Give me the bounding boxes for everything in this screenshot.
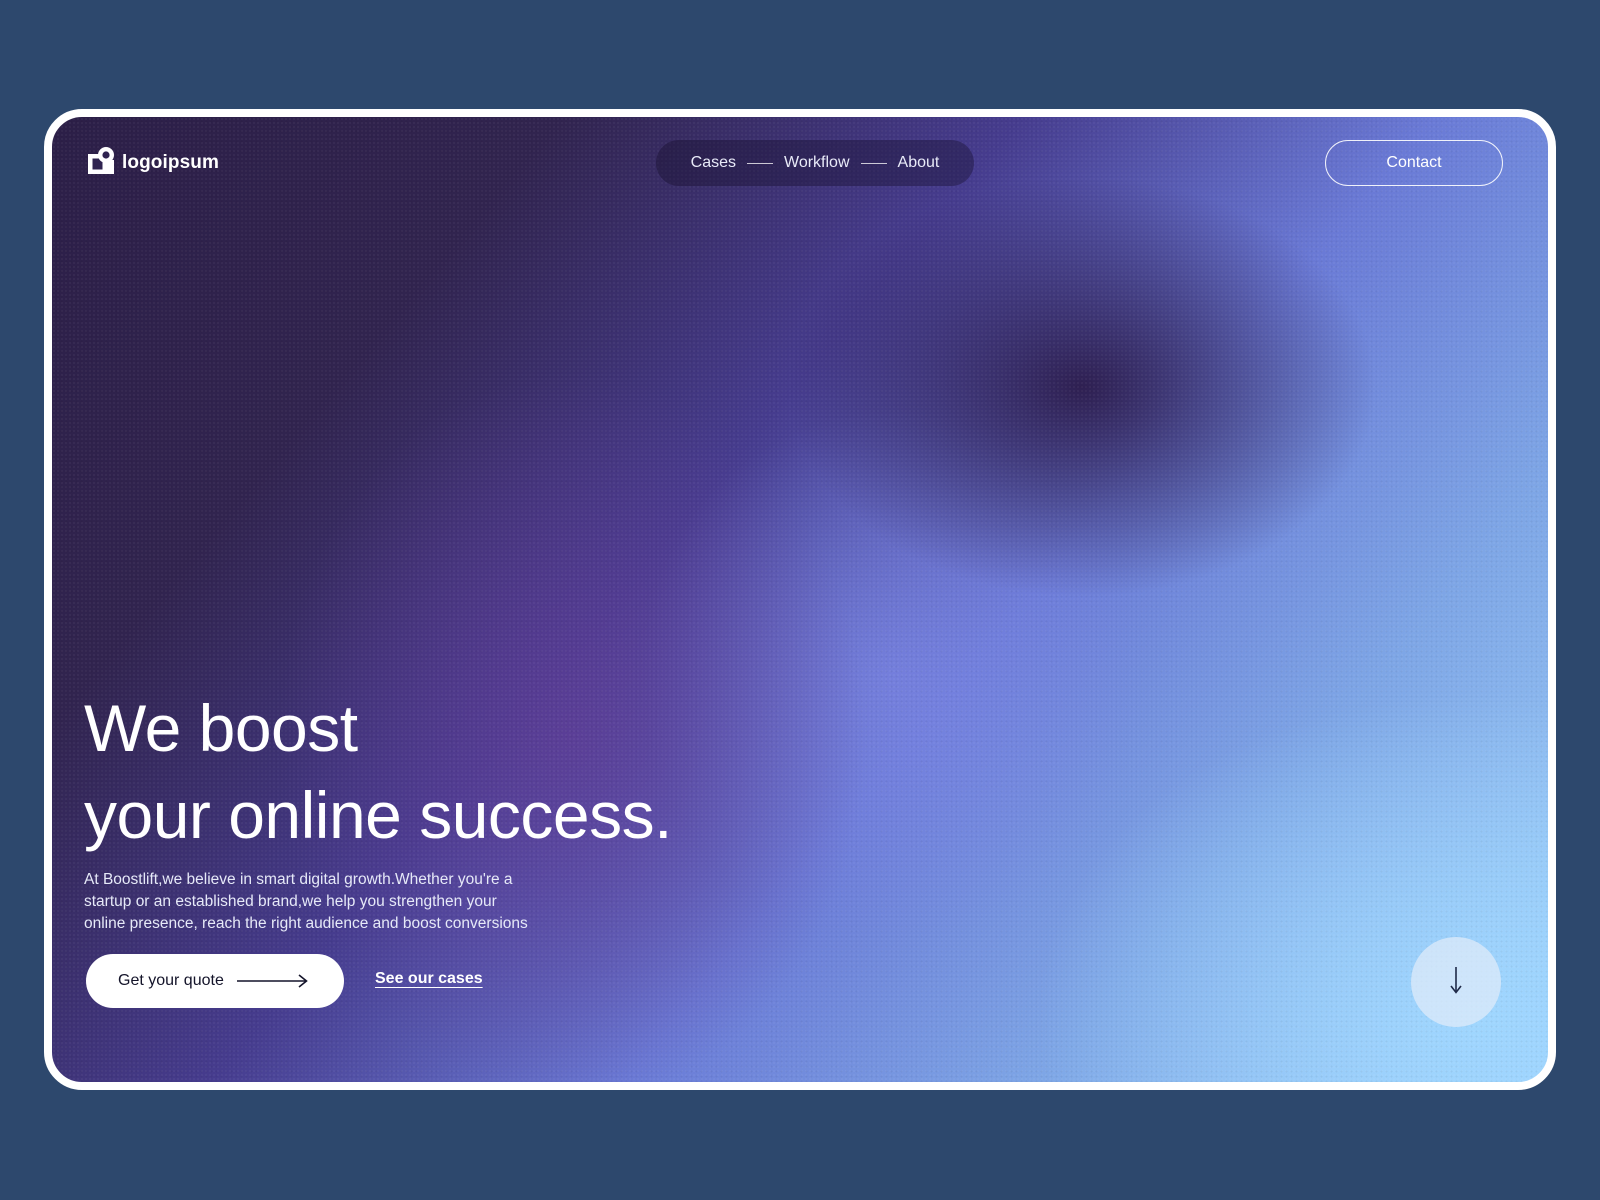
description-line-2: startup or an established brand,we help …	[84, 893, 497, 910]
hero-card: logoipsum Cases Workflow About Contact W…	[44, 109, 1556, 1090]
arrow-down-icon	[1448, 965, 1464, 1000]
description-line-3: online presence, reach the right audienc…	[84, 915, 528, 932]
nav-item-about[interactable]: About	[898, 154, 940, 172]
see-cases-link[interactable]: See our cases	[375, 970, 483, 988]
description-line-1: At Boostlift,we believe in smart digital…	[84, 871, 513, 888]
brand-logo[interactable]: logoipsum	[86, 146, 219, 181]
hero-headline: We boost your online success.	[84, 685, 672, 859]
logo-mark-icon	[86, 146, 116, 181]
grain-overlay	[52, 117, 1548, 1082]
nav-separator	[747, 162, 774, 164]
nav-item-cases[interactable]: Cases	[691, 154, 736, 172]
hero-description: At Boostlift,we believe in smart digital…	[84, 869, 604, 935]
headline-line-1: We boost	[84, 691, 358, 765]
brand-name: logoipsum	[122, 152, 219, 173]
arrow-right-icon	[236, 973, 310, 989]
get-quote-button[interactable]: Get your quote	[86, 954, 344, 1008]
contact-button[interactable]: Contact	[1325, 140, 1503, 186]
headline-line-2: your online success.	[84, 778, 672, 852]
scroll-down-button[interactable]	[1411, 937, 1501, 1027]
main-nav: Cases Workflow About	[656, 140, 974, 186]
get-quote-label: Get your quote	[118, 972, 224, 989]
nav-separator	[860, 162, 887, 164]
nav-item-workflow[interactable]: Workflow	[784, 154, 850, 172]
